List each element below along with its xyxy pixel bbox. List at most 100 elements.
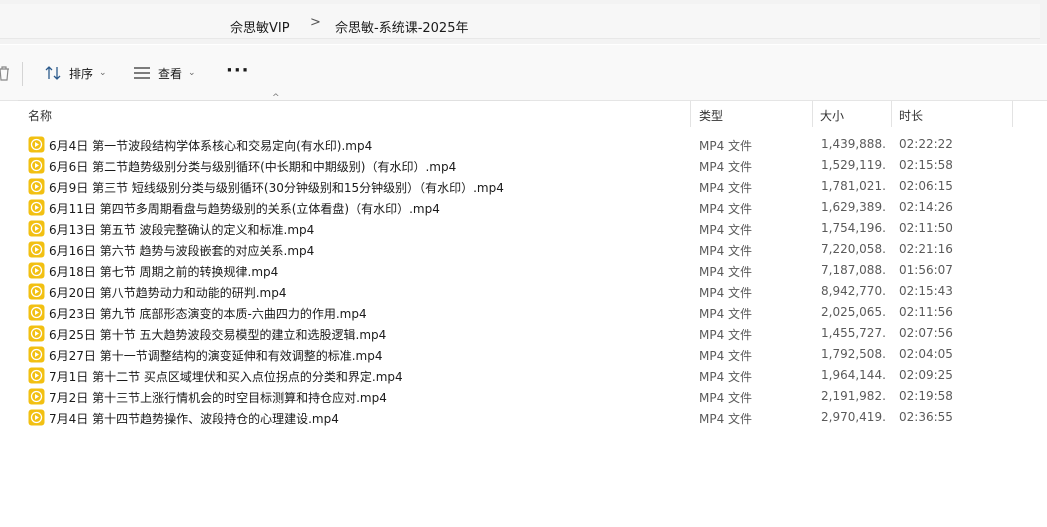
file-name[interactable]: 7月2日 第十三节上涨行情机会的时空目标测算和持仓应对.mp4 — [49, 389, 387, 406]
file-duration: 02:06:15 — [899, 179, 953, 193]
file-name[interactable]: 6月27日 第十一节调整结构的演变延伸和有效调整的标准.mp4 — [49, 347, 382, 364]
file-size: 7,220,058... — [821, 242, 887, 256]
column-divider[interactable] — [690, 101, 691, 127]
file-type: MP4 文件 — [699, 181, 753, 195]
table-row[interactable]: 6月20日 第八节趋势动力和动能的研判.mp4 MP4 文件 8,942,770..… — [0, 281, 1047, 302]
table-row[interactable]: 6月9日 第三节 短线级别分类与级别循环(30分钟级别和15分钟级别）（有水印）… — [0, 176, 1047, 197]
file-duration: 02:15:43 — [899, 284, 953, 298]
file-size: 2,191,982... — [821, 389, 887, 403]
video-file-icon — [28, 304, 45, 321]
table-row[interactable]: 6月13日 第五节 波段完整确认的定义和标准.mp4 MP4 文件 1,754,19… — [0, 218, 1047, 239]
column-header-type[interactable]: 类型 — [699, 107, 723, 124]
breadcrumb-item-vip[interactable]: 佘思敏VIP — [230, 17, 290, 36]
table-row[interactable]: 6月23日 第九节 底部形态演变的本质-六曲四力的作用.mp4 MP4 文件 2,0… — [0, 302, 1047, 323]
file-name[interactable]: 6月20日 第八节趋势动力和动能的研判.mp4 — [49, 284, 286, 301]
sort-button[interactable]: 排序 ⌄ — [44, 63, 107, 83]
video-file-icon — [28, 346, 45, 363]
file-duration: 02:07:56 — [899, 326, 953, 340]
table-row[interactable]: 6月27日 第十一节调整结构的演变延伸和有效调整的标准.mp4 MP4 文件 1,7… — [0, 344, 1047, 365]
file-name[interactable]: 6月25日 第十节 五大趋势波段交易模型的建立和选股逻辑.mp4 — [49, 326, 386, 343]
file-type: MP4 文件 — [699, 202, 753, 216]
column-divider[interactable] — [891, 101, 892, 127]
column-divider[interactable] — [812, 101, 813, 127]
file-size: 1,529,119... — [821, 158, 887, 172]
table-row[interactable]: 6月16日 第六节 趋势与波段嵌套的对应关系.mp4 MP4 文件 7,220,05… — [0, 239, 1047, 260]
view-button[interactable]: 查看 ⌄ — [133, 63, 196, 83]
table-row[interactable]: 7月2日 第十三节上涨行情机会的时空目标测算和持仓应对.mp4 MP4 文件 2,1… — [0, 386, 1047, 407]
file-duration: 01:56:07 — [899, 263, 953, 277]
column-header-size[interactable]: 大小 — [820, 107, 844, 124]
file-type: MP4 文件 — [699, 160, 753, 174]
file-type: MP4 文件 — [699, 223, 753, 237]
video-file-icon — [28, 220, 45, 237]
video-file-icon — [28, 136, 45, 153]
table-row[interactable]: 6月11日 第四节多周期看盘与趋势级别的关系(立体看盘)（有水印）.mp4 MP4… — [0, 197, 1047, 218]
file-type: MP4 文件 — [699, 370, 753, 384]
file-duration: 02:11:56 — [899, 305, 953, 319]
breadcrumb-separator-icon: > — [310, 15, 321, 30]
chevron-down-icon: ⌄ — [99, 68, 107, 78]
sort-icon — [44, 65, 62, 81]
file-duration: 02:21:16 — [899, 242, 953, 256]
file-duration: 02:22:22 — [899, 137, 953, 151]
file-name[interactable]: 6月13日 第五节 波段完整确认的定义和标准.mp4 — [49, 221, 314, 238]
file-size: 2,970,419... — [821, 410, 887, 424]
file-size: 1,455,727... — [821, 326, 887, 340]
view-label: 查看 — [158, 66, 183, 81]
file-duration: 02:11:50 — [899, 221, 953, 235]
file-type: MP4 文件 — [699, 328, 753, 342]
file-size: 1,964,144... — [821, 368, 887, 382]
toolbar-divider — [22, 62, 23, 86]
address-bar[interactable]: 佘思敏VIP > 佘思敏-系统课-2025年 — [0, 4, 1040, 39]
table-row[interactable]: 6月6日 第二节趋势级别分类与级别循环(中长期和中期级别)（有水印）.mp4 MP… — [0, 155, 1047, 176]
chevron-down-icon: ⌄ — [188, 68, 196, 78]
file-duration: 02:15:58 — [899, 158, 953, 172]
column-header-name[interactable]: 名称 — [28, 107, 52, 124]
video-file-icon — [28, 283, 45, 300]
view-list-icon — [133, 66, 151, 80]
file-name[interactable]: 6月16日 第六节 趋势与波段嵌套的对应关系.mp4 — [49, 242, 314, 259]
file-name[interactable]: 6月23日 第九节 底部形态演变的本质-六曲四力的作用.mp4 — [49, 305, 367, 322]
column-divider[interactable] — [1012, 101, 1013, 127]
file-name[interactable]: 6月18日 第七节 周期之前的转换规律.mp4 — [49, 263, 278, 280]
more-options-button[interactable]: ··· — [226, 60, 250, 81]
table-row[interactable]: 7月4日 第十四节趋势操作、波段持仓的心理建设.mp4 MP4 文件 2,970,4… — [0, 407, 1047, 428]
file-type: MP4 文件 — [699, 244, 753, 258]
video-file-icon — [28, 409, 45, 426]
file-size: 1,792,508... — [821, 347, 887, 361]
file-size: 2,025,065... — [821, 305, 887, 319]
table-row[interactable]: 6月18日 第七节 周期之前的转换规律.mp4 MP4 文件 7,187,088..… — [0, 260, 1047, 281]
table-row[interactable]: 6月4日 第一节波段结构学体系核心和交易定向(有水印).mp4 MP4 文件 1,4… — [0, 134, 1047, 155]
file-type: MP4 文件 — [699, 307, 753, 321]
file-size: 1,781,021... — [821, 179, 887, 193]
file-duration: 02:36:55 — [899, 410, 953, 424]
file-name[interactable]: 7月4日 第十四节趋势操作、波段持仓的心理建设.mp4 — [49, 410, 339, 427]
file-type: MP4 文件 — [699, 286, 753, 300]
file-name[interactable]: 6月4日 第一节波段结构学体系核心和交易定向(有水印).mp4 — [49, 137, 372, 154]
video-file-icon — [28, 262, 45, 279]
command-bar: 排序 ⌄ 查看 ⌄ — [0, 45, 1047, 101]
file-size: 1,754,196... — [821, 221, 887, 235]
file-size: 1,629,389... — [821, 200, 887, 214]
file-duration: 02:04:05 — [899, 347, 953, 361]
column-header-row: 名称 类型 大小 时长 — [0, 101, 1047, 127]
file-type: MP4 文件 — [699, 349, 753, 363]
table-row[interactable]: 6月25日 第十节 五大趋势波段交易模型的建立和选股逻辑.mp4 MP4 文件 1,… — [0, 323, 1047, 344]
file-type: MP4 文件 — [699, 391, 753, 405]
file-name[interactable]: 6月6日 第二节趋势级别分类与级别循环(中长期和中期级别)（有水印）.mp4 — [49, 158, 456, 175]
video-file-icon — [28, 325, 45, 342]
table-row[interactable]: 7月1日 第十二节 买点区域埋伏和买入点位拐点的分类和界定.mp4 MP4 文件 1… — [0, 365, 1047, 386]
video-file-icon — [28, 157, 45, 174]
file-size: 7,187,088... — [821, 263, 887, 277]
column-header-duration[interactable]: 时长 — [899, 107, 923, 124]
delete-icon[interactable] — [0, 65, 10, 85]
video-file-icon — [28, 199, 45, 216]
file-name[interactable]: 6月11日 第四节多周期看盘与趋势级别的关系(立体看盘)（有水印）.mp4 — [49, 200, 440, 217]
video-file-icon — [28, 388, 45, 405]
file-type: MP4 文件 — [699, 412, 753, 426]
breadcrumb-item-course[interactable]: 佘思敏-系统课-2025年 — [335, 17, 468, 36]
file-name[interactable]: 6月9日 第三节 短线级别分类与级别循环(30分钟级别和15分钟级别）（有水印）… — [49, 179, 504, 196]
video-file-icon — [28, 241, 45, 258]
file-size: 1,439,888... — [821, 137, 887, 151]
file-name[interactable]: 7月1日 第十二节 买点区域埋伏和买入点位拐点的分类和界定.mp4 — [49, 368, 403, 385]
